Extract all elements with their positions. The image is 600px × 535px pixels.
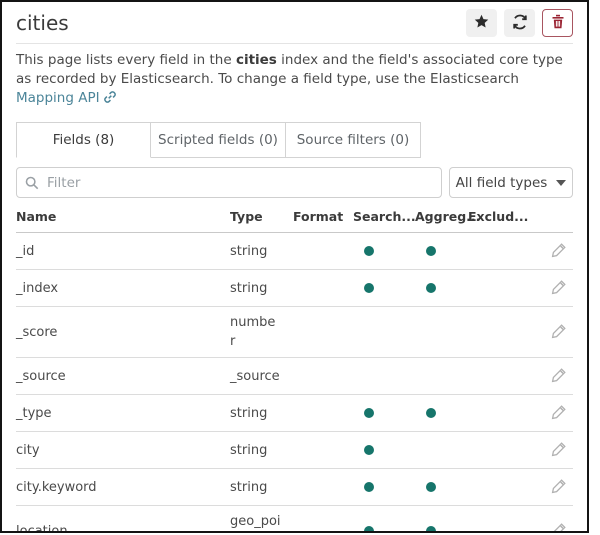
page-title: cities <box>16 11 69 35</box>
field-searchable <box>353 445 415 455</box>
table-row: city.keywordstring <box>16 469 573 506</box>
searchable-dot-icon <box>364 408 374 418</box>
table-row: citystring <box>16 432 573 469</box>
pencil-icon <box>550 403 568 424</box>
favorite-button[interactable] <box>466 9 497 37</box>
refresh-icon <box>512 14 528 33</box>
field-searchable <box>353 408 415 418</box>
tab-bar: Fields (8)Scripted fields (0)Source filt… <box>16 122 573 158</box>
aggregatable-dot-icon <box>426 482 436 492</box>
field-type: string <box>230 236 293 267</box>
index-pattern-page: cities <box>0 0 589 533</box>
pencil-icon <box>550 241 568 262</box>
field-aggregatable <box>415 283 468 293</box>
searchable-dot-icon <box>364 283 374 293</box>
fields-table-body: _idstring_indexstring_scorenumbe r_sourc… <box>16 233 573 533</box>
searchable-dot-icon <box>364 526 374 533</box>
search-icon <box>25 175 39 194</box>
pencil-icon <box>550 477 568 498</box>
filter-input[interactable] <box>16 167 442 198</box>
field-searchable <box>353 482 415 492</box>
field-type: geo_poi nt <box>230 506 293 533</box>
pencil-icon <box>550 322 568 343</box>
field-searchable <box>353 526 415 533</box>
field-name: _type <box>16 406 230 421</box>
searchable-dot-icon <box>364 445 374 455</box>
filter-field <box>16 167 442 198</box>
aggregatable-dot-icon <box>426 526 436 533</box>
tab-source[interactable]: Source filters (0) <box>286 122 421 158</box>
field-name: location <box>16 524 230 534</box>
field-name: _score <box>16 325 230 340</box>
mapping-api-link[interactable]: Mapping API <box>16 90 100 106</box>
field-searchable <box>353 283 415 293</box>
field-type: string <box>230 398 293 429</box>
field-name: _id <box>16 244 230 259</box>
chevron-down-icon <box>556 180 566 186</box>
page-description: This page lists every field in the citie… <box>16 44 573 119</box>
table-row: _indexstring <box>16 270 573 307</box>
field-name: _index <box>16 281 230 296</box>
edit-field-button[interactable] <box>547 364 571 388</box>
table-row: _scorenumbe r <box>16 307 573 358</box>
index-name: cities <box>236 52 277 68</box>
fields-table-header: NameTypeFormatSearch...Aggreg...Exclud..… <box>16 206 573 233</box>
fields-toolbar: All field types <box>16 167 573 198</box>
field-aggregatable <box>415 482 468 492</box>
column-header: Exclud... <box>468 209 534 230</box>
aggregatable-dot-icon <box>426 283 436 293</box>
header-actions <box>466 9 573 37</box>
description-text-1: This page lists every field in the <box>16 52 236 68</box>
edit-field-button[interactable] <box>547 320 571 344</box>
pencil-icon <box>550 366 568 387</box>
pencil-icon <box>550 440 568 461</box>
tab-scripted[interactable]: Scripted fields (0) <box>151 122 286 158</box>
field-aggregatable <box>415 246 468 256</box>
pencil-icon <box>550 521 568 534</box>
column-header: Name <box>16 209 230 230</box>
star-icon <box>474 14 489 32</box>
fields-table: NameTypeFormatSearch...Aggreg...Exclud..… <box>16 206 573 533</box>
field-type: numbe r <box>230 307 293 357</box>
pencil-icon <box>550 278 568 299</box>
trash-icon <box>551 14 565 32</box>
field-type: string <box>230 273 293 304</box>
field-searchable <box>353 246 415 256</box>
field-type: string <box>230 472 293 503</box>
table-row: locationgeo_poi nt <box>16 506 573 533</box>
table-row: _typestring <box>16 395 573 432</box>
edit-field-button[interactable] <box>547 276 571 300</box>
edit-field-button[interactable] <box>547 239 571 263</box>
column-header: Format <box>293 209 353 230</box>
page-header: cities <box>16 2 573 44</box>
column-header: Search... <box>353 209 415 230</box>
field-name: _source <box>16 369 230 384</box>
field-type-dropdown-value: All field types <box>456 175 548 191</box>
tab-fields[interactable]: Fields (8) <box>16 122 151 158</box>
field-aggregatable <box>415 526 468 533</box>
column-header: Aggreg... <box>415 209 468 230</box>
field-name: city.keyword <box>16 480 230 495</box>
searchable-dot-icon <box>364 482 374 492</box>
aggregatable-dot-icon <box>426 408 436 418</box>
link-icon <box>103 92 117 108</box>
field-type: _source <box>230 361 293 392</box>
refresh-button[interactable] <box>504 9 535 37</box>
aggregatable-dot-icon <box>426 246 436 256</box>
table-row: _idstring <box>16 233 573 270</box>
edit-field-button[interactable] <box>547 438 571 462</box>
field-aggregatable <box>415 408 468 418</box>
field-type-dropdown[interactable]: All field types <box>449 167 573 198</box>
field-name: city <box>16 443 230 458</box>
edit-field-button[interactable] <box>547 519 571 533</box>
delete-button[interactable] <box>542 9 573 37</box>
searchable-dot-icon <box>364 246 374 256</box>
edit-field-button[interactable] <box>547 401 571 425</box>
field-type: string <box>230 435 293 466</box>
table-row: _source_source <box>16 358 573 395</box>
edit-field-button[interactable] <box>547 475 571 499</box>
column-header: Type <box>230 209 293 230</box>
